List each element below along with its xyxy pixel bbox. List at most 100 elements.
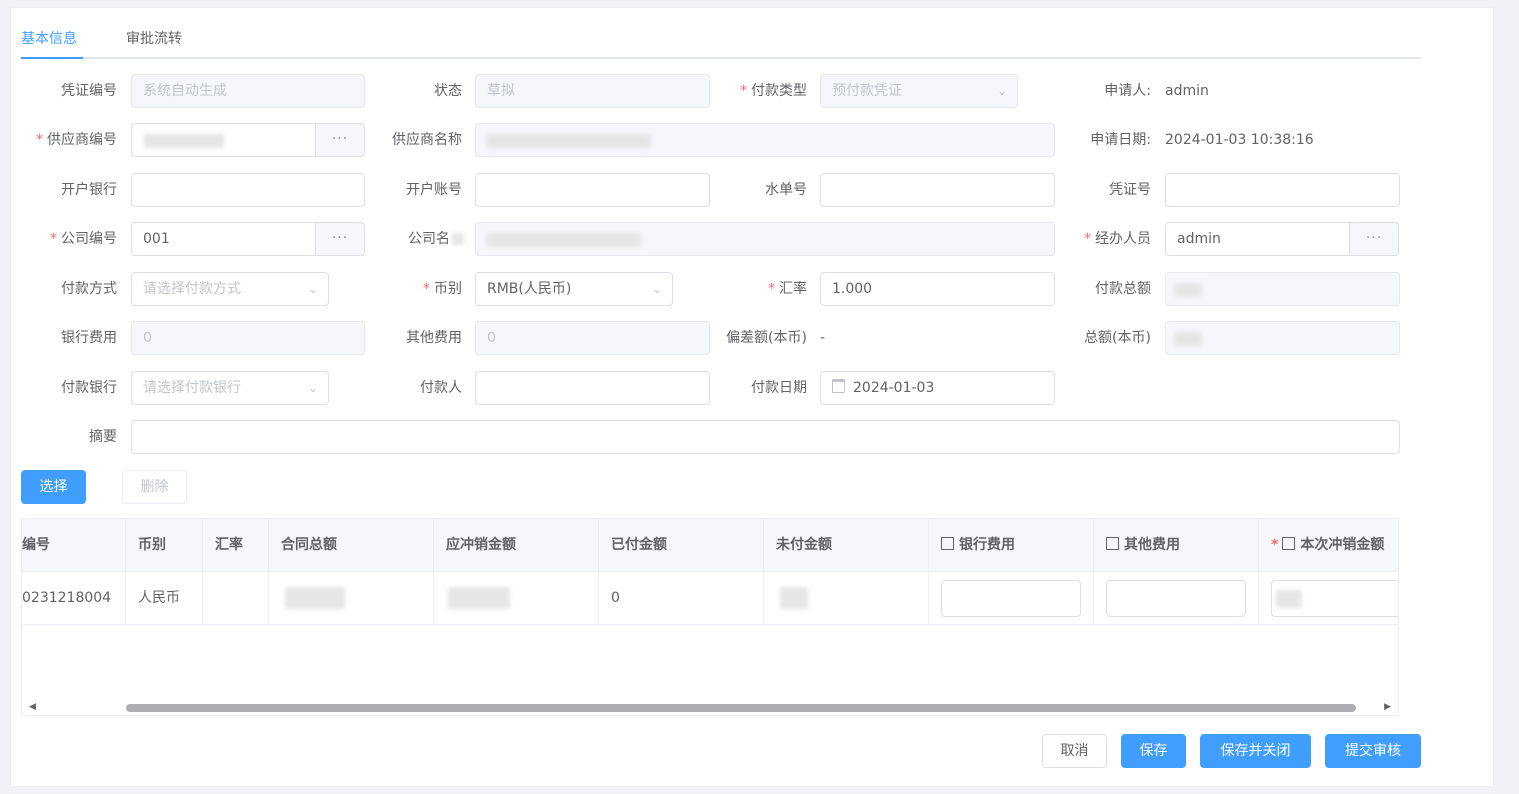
handler-label: * 经办人员	[1084, 231, 1151, 247]
supplier-lookup-button[interactable]: ···	[315, 123, 365, 157]
col-header-paid: 已付金额	[599, 519, 764, 572]
currency-select[interactable]: RMB(人民币) ⌄	[475, 272, 673, 306]
other-fee-input[interactable]: 0	[475, 321, 710, 355]
tab-approval-flow[interactable]: 审批流转	[126, 28, 182, 48]
required-mark: *	[423, 281, 430, 297]
scroll-left-icon[interactable]: ◀	[29, 702, 36, 712]
cancel-button[interactable]: 取消	[1042, 734, 1107, 768]
cell-bank-fee	[929, 572, 1094, 625]
bank-input[interactable]	[131, 173, 365, 207]
other-fee-cell-input[interactable]	[1106, 580, 1246, 617]
applicant-value: admin	[1165, 83, 1209, 99]
company-name-label: 公司名	[371, 222, 464, 256]
redacted-text	[1174, 332, 1202, 346]
cell-other-fee	[1094, 572, 1259, 625]
scroll-right-icon[interactable]: ▶	[1384, 702, 1391, 712]
tab-basic-info[interactable]: 基本信息	[21, 28, 77, 48]
edit-icon	[1282, 537, 1296, 550]
status-input[interactable]: 草拟	[475, 74, 710, 108]
required-mark: *	[768, 281, 775, 297]
save-button[interactable]: 保存	[1121, 734, 1186, 768]
payer-input[interactable]	[475, 371, 710, 405]
company-name-input[interactable]	[475, 222, 1055, 256]
other-fee-label: 其他费用	[406, 330, 462, 346]
bank-fee-cell-input[interactable]	[941, 580, 1081, 617]
company-code-label: * 公司编号	[50, 231, 117, 247]
pay-type-select[interactable]: 预付款凭证 ⌄	[820, 74, 1018, 108]
deviation-value: -	[820, 330, 826, 346]
chevron-down-icon: ⌄	[651, 282, 662, 296]
payer-label: 付款人	[420, 380, 462, 396]
col-header-contract-total: 合同总额	[269, 519, 434, 572]
horizontal-scrollbar[interactable]: ◀ ▶	[22, 701, 1398, 715]
serial-no-label: 水单号	[765, 182, 807, 198]
current-writeoff-cell-input[interactable]	[1271, 580, 1398, 617]
pay-type-label: * 付款类型	[740, 83, 807, 99]
summary-input[interactable]	[131, 420, 1400, 454]
redacted-text	[780, 587, 808, 609]
col-header-unpaid: 未付金额	[764, 519, 929, 572]
chevron-down-icon: ⌄	[996, 84, 1007, 98]
tab-active-indicator	[21, 57, 83, 59]
submit-review-button[interactable]: 提交审核	[1325, 734, 1421, 768]
status-label: 状态	[434, 83, 462, 99]
redacted-text	[285, 587, 345, 609]
pay-method-label: 付款方式	[61, 281, 117, 297]
voucher-no-input[interactable]: 系统自动生成	[131, 74, 365, 108]
supplier-name-input[interactable]	[475, 123, 1055, 157]
currency-label: * 币别	[423, 281, 462, 297]
bank-fee-label: 银行费用	[61, 330, 117, 346]
required-mark: *	[36, 132, 43, 148]
cell-no: 0231218004	[22, 572, 126, 625]
cell-writeoff-amount	[434, 572, 599, 625]
col-header-writeoff-amount: 应冲销金额	[434, 519, 599, 572]
delete-button[interactable]: 删除	[122, 470, 187, 504]
redacted-text	[448, 587, 510, 609]
pay-date-picker[interactable]: 2024-01-03	[820, 371, 1055, 405]
supplier-code-input[interactable]	[131, 123, 316, 157]
account-input[interactable]	[475, 173, 710, 207]
pay-bank-select[interactable]: 请选择付款银行 ⌄	[131, 371, 329, 405]
chevron-down-icon: ⌄	[307, 282, 318, 296]
voucher-card: 基本信息 审批流转 凭证编号 系统自动生成 状态 草拟 * 付款类型 预付款凭证 ⌄…	[10, 7, 1494, 787]
col-header-rate: 汇率	[203, 519, 269, 572]
applicant-label: 申请人:	[1104, 83, 1151, 99]
cell-paid: 0	[599, 572, 764, 625]
edit-icon	[1106, 537, 1119, 550]
select-button[interactable]: 选择	[21, 470, 86, 504]
calendar-icon	[832, 379, 845, 393]
cell-unpaid	[764, 572, 929, 625]
serial-no-input[interactable]	[820, 173, 1055, 207]
chevron-down-icon: ⌄	[307, 381, 318, 395]
deviation-label: 偏差额(本币)	[726, 330, 807, 346]
required-mark: *	[50, 231, 57, 247]
handler-lookup-button[interactable]: ···	[1349, 222, 1399, 256]
total-local-label: 总额(本币)	[1084, 330, 1151, 346]
pay-total-label: 付款总额	[1095, 281, 1151, 297]
redacted-text	[1174, 283, 1202, 297]
required-mark: *	[1271, 537, 1279, 553]
col-header-current-writeoff: * 本次冲销金额	[1259, 519, 1398, 572]
required-mark: *	[1084, 231, 1091, 247]
scroll-thumb[interactable]	[126, 704, 1356, 712]
total-local-input[interactable]	[1165, 321, 1400, 355]
bank-fee-input[interactable]: 0	[131, 321, 365, 355]
account-label: 开户账号	[406, 182, 462, 198]
col-header-no: 编号	[22, 519, 126, 572]
detail-table: 编号 币别 汇率 合同总额 应冲销金额 已付金额 未付金额 银行费用 其他费用 …	[21, 518, 1399, 716]
rate-input[interactable]: 1.000	[820, 272, 1055, 306]
handler-input[interactable]: admin	[1165, 222, 1350, 256]
save-close-button[interactable]: 保存并关闭	[1200, 734, 1311, 768]
pay-method-select[interactable]: 请选择付款方式 ⌄	[131, 272, 329, 306]
summary-label: 摘要	[89, 429, 117, 445]
cell-rate	[203, 572, 269, 625]
redacted-text	[486, 134, 651, 148]
cell-contract-total	[269, 572, 434, 625]
company-code-input[interactable]: 001	[131, 222, 316, 256]
edit-icon	[941, 537, 954, 550]
company-lookup-button[interactable]: ···	[315, 222, 365, 256]
pay-bank-label: 付款银行	[61, 380, 117, 396]
voucher-num-input[interactable]	[1165, 173, 1400, 207]
col-header-other-fee: 其他费用	[1094, 519, 1259, 572]
pay-total-input[interactable]	[1165, 272, 1400, 306]
